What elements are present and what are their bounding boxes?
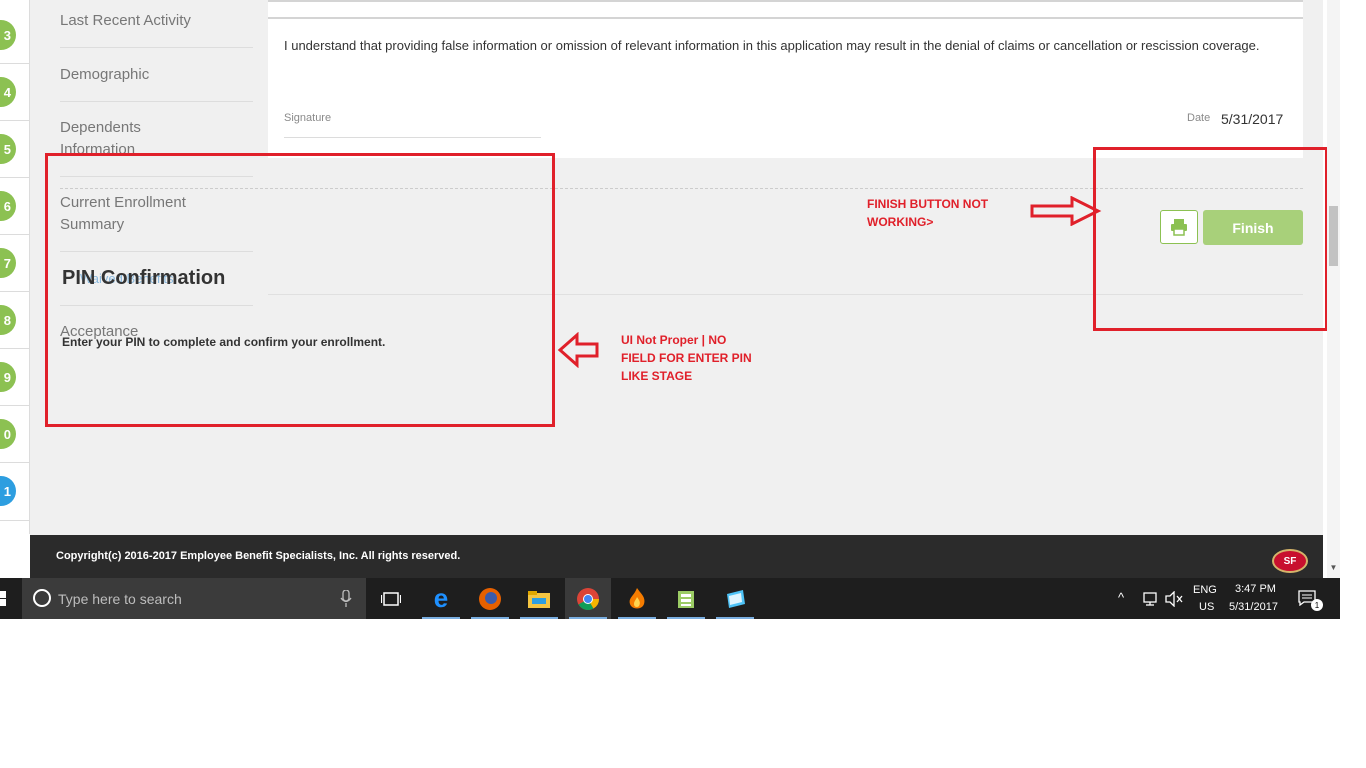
search-placeholder: Type here to search xyxy=(58,591,182,607)
signature-field[interactable] xyxy=(284,137,541,138)
taskbar-app-flame[interactable] xyxy=(614,578,660,619)
taskbar-search[interactable]: Type here to search xyxy=(22,578,366,619)
page: 3 4 5 6 7 8 9 0 1 I understand that prov… xyxy=(0,0,1366,768)
annotation-box-pin xyxy=(45,153,555,427)
nav-dependents-information[interactable]: Dependents Information xyxy=(60,117,253,156)
firefox-icon xyxy=(479,587,501,610)
taskbar-app-edge[interactable]: e xyxy=(418,578,464,619)
volume-muted-icon[interactable] xyxy=(1165,591,1183,607)
input-region[interactable]: US xyxy=(1199,601,1214,613)
annotation-line: FIELD FOR ENTER PIN xyxy=(621,351,752,365)
step-divider xyxy=(0,462,30,463)
annotation-finish-note: FINISH BUTTON NOT WORKING> xyxy=(867,195,988,231)
footer: Copyright(c) 2016-2017 Employee Benefit … xyxy=(30,535,1323,578)
taskbar-app-firefox[interactable] xyxy=(467,578,513,619)
app-running-indicator xyxy=(520,617,558,619)
disclaimer-text: I understand that providing false inform… xyxy=(284,38,1260,53)
step-4[interactable]: 4 xyxy=(0,77,16,107)
nav-label: Dependents xyxy=(60,119,141,136)
input-language[interactable]: ENG xyxy=(1193,584,1217,596)
step-divider xyxy=(0,405,30,406)
network-icon[interactable] xyxy=(1142,591,1160,607)
step-5[interactable]: 5 xyxy=(0,134,16,164)
step-divider xyxy=(0,291,30,292)
step-11-active[interactable]: 1 xyxy=(0,476,16,506)
step-divider xyxy=(0,234,30,235)
notepad-icon xyxy=(727,589,745,608)
windows-logo-icon xyxy=(0,591,6,606)
clock-time[interactable]: 3:47 PM xyxy=(1235,583,1276,595)
date-label: Date xyxy=(1187,112,1211,124)
folder-icon xyxy=(528,590,550,608)
taskbar-app-file-explorer[interactable] xyxy=(516,578,562,619)
copyright-text: Copyright(c) 2016-2017 Employee Benefit … xyxy=(56,550,461,562)
date-value: 5/31/2017 xyxy=(1221,111,1284,127)
step-rail: 3 4 5 6 7 8 9 0 1 xyxy=(0,0,30,534)
start-button[interactable] xyxy=(0,578,22,619)
annotation-ui-note: UI Not Proper | NO FIELD FOR ENTER PIN L… xyxy=(621,331,752,385)
app-running-indicator xyxy=(422,617,460,619)
microphone-icon[interactable] xyxy=(340,590,352,608)
step-9[interactable]: 9 xyxy=(0,362,16,392)
step-10[interactable]: 0 xyxy=(0,419,16,449)
annotation-line: UI Not Proper | NO xyxy=(621,333,727,347)
chrome-icon xyxy=(577,587,599,610)
step-divider xyxy=(0,348,30,349)
app-running-indicator xyxy=(716,617,754,619)
annotation-box-finish xyxy=(1093,147,1328,331)
app-running-indicator xyxy=(471,617,509,619)
annotation-arrow-left-icon xyxy=(557,332,599,368)
app-running-indicator xyxy=(667,617,705,619)
task-view-icon xyxy=(381,591,401,606)
taskbar-app-network[interactable] xyxy=(663,578,709,619)
step-divider xyxy=(0,177,30,178)
taskbar-app-notepad[interactable] xyxy=(712,578,758,619)
tray-chevron-up-icon[interactable]: ^ xyxy=(1118,590,1124,605)
clock-date[interactable]: 5/31/2017 xyxy=(1229,601,1278,613)
annotation-line: FINISH BUTTON NOT xyxy=(867,197,989,211)
step-3[interactable]: 3 xyxy=(0,20,16,50)
app-running-indicator xyxy=(569,617,607,619)
annotation-arrow-right-icon xyxy=(1030,196,1102,226)
flame-icon xyxy=(629,587,645,608)
cortana-icon xyxy=(33,589,51,607)
signature-label: Signature xyxy=(284,112,332,124)
windows-taskbar: Type here to search e ^ ENG US 3:47 PM 5… xyxy=(0,578,1340,619)
step-8[interactable]: 8 xyxy=(0,305,16,335)
annotation-line: LIKE STAGE xyxy=(621,369,693,383)
nav-demographic[interactable]: Demographic xyxy=(60,64,253,86)
nav-label: Last Recent Activity xyxy=(60,12,191,29)
edge-icon: e xyxy=(433,583,449,613)
taskbar-app-chrome[interactable] xyxy=(565,578,611,619)
task-view-button[interactable] xyxy=(368,578,414,619)
annotation-line: WORKING> xyxy=(867,215,934,229)
nav-last-recent-activity[interactable]: Last Recent Activity xyxy=(60,10,253,32)
nav-label: Demographic xyxy=(60,66,150,83)
step-divider xyxy=(0,520,30,521)
network-app-icon xyxy=(678,590,694,608)
step-divider xyxy=(0,120,30,121)
app-running-indicator xyxy=(618,617,656,619)
scroll-down-icon[interactable]: ▼ xyxy=(1329,562,1338,574)
step-divider xyxy=(0,63,30,64)
vertical-scrollbar[interactable]: ▼ xyxy=(1327,0,1340,578)
scroll-thumb[interactable] xyxy=(1329,206,1338,266)
nav-divider xyxy=(60,101,253,102)
acknowledgement-panel xyxy=(268,0,1303,158)
nav-divider xyxy=(60,47,253,48)
step-6[interactable]: 6 xyxy=(0,191,16,221)
panel-divider xyxy=(268,17,1303,19)
step-7[interactable]: 7 xyxy=(0,248,16,278)
footer-logo: SF xyxy=(1272,549,1308,573)
notification-count-badge: 1 xyxy=(1311,599,1323,611)
